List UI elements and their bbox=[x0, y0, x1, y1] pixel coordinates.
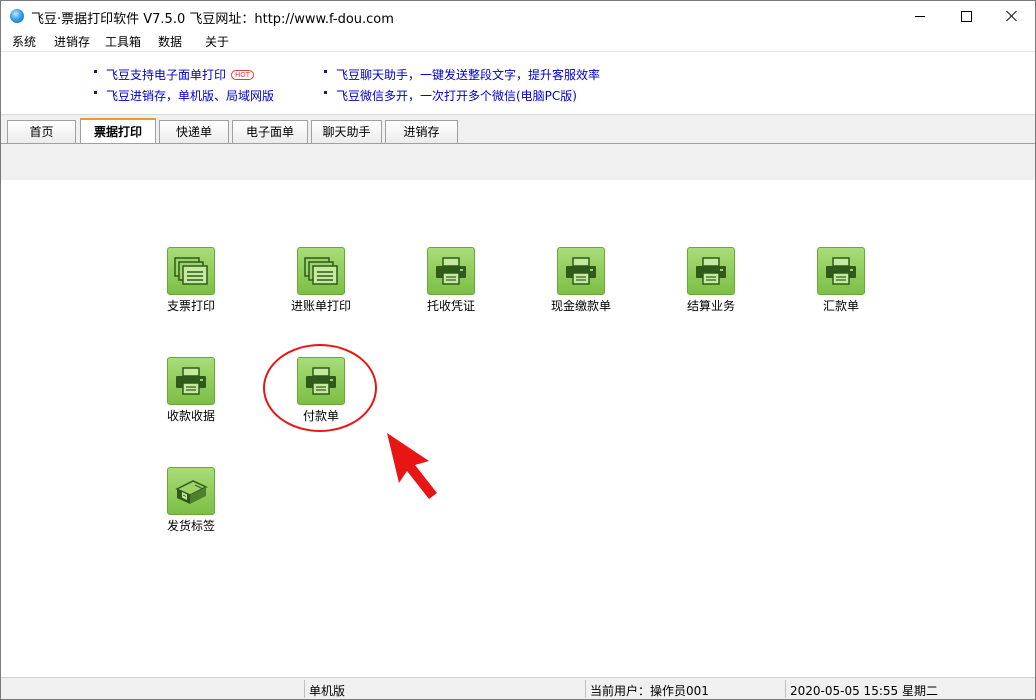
tab-eorder[interactable]: 电子面单 bbox=[232, 120, 308, 143]
bullet-icon bbox=[94, 91, 97, 94]
toolbar-strip bbox=[1, 144, 1035, 180]
stacked-forms-icon bbox=[167, 247, 215, 295]
close-button[interactable] bbox=[989, 1, 1035, 31]
tile-label: 现金缴款单 bbox=[550, 299, 611, 313]
tab-receipt-print[interactable]: 票据打印 bbox=[80, 118, 156, 145]
promo-link-wechat-multi[interactable]: 飞豆微信多开，一次打开多个微信(电脑PC版) bbox=[324, 87, 577, 104]
tile-shipping-label[interactable]: 发货标签 bbox=[143, 467, 239, 537]
tile-check-print[interactable]: 支票打印 bbox=[143, 247, 239, 317]
highlight-circle bbox=[263, 344, 377, 432]
status-separator bbox=[585, 680, 586, 698]
promo-link-eorder[interactable]: 飞豆支持电子面单打印 HOT bbox=[94, 66, 255, 83]
receipt-tiles-panel: 支票打印 进账单打印 托收凭证 现金缴款单 结算业务 汇款单 收款收据 付款单 … bbox=[1, 180, 1035, 675]
maximize-button[interactable] bbox=[943, 1, 989, 31]
promo-link-text: 飞豆支持电子面单打印 bbox=[106, 68, 227, 82]
status-separator bbox=[785, 680, 786, 698]
app-logo-icon bbox=[10, 9, 24, 23]
tile-settlement[interactable]: 结算业务 bbox=[663, 247, 759, 317]
promo-link-text: 飞豆微信多开，一次打开多个微信(电脑PC版) bbox=[336, 89, 577, 103]
tile-receipt[interactable]: 收款收据 bbox=[143, 357, 239, 427]
tile-label: 托收凭证 bbox=[426, 299, 475, 313]
title-bar: 飞豆·票据打印软件 V7.5.0 飞豆网址：http://www.f-dou.c… bbox=[1, 1, 1035, 31]
tile-label: 汇款单 bbox=[822, 299, 859, 313]
printer-icon bbox=[687, 247, 735, 295]
tile-label: 结算业务 bbox=[686, 299, 735, 313]
label-printer-icon bbox=[167, 467, 215, 515]
tab-home[interactable]: 首页 bbox=[7, 120, 76, 143]
pointer-arrow-icon bbox=[387, 433, 437, 499]
printer-icon bbox=[817, 247, 865, 295]
printer-icon bbox=[427, 247, 475, 295]
tab-strip: 首页 票据打印 快递单 电子面单 聊天助手 进销存 bbox=[1, 114, 1035, 145]
promo-link-text: 飞豆进销存，单机版、局域网版 bbox=[106, 89, 275, 103]
menu-toolbox[interactable]: 工具箱 bbox=[105, 33, 141, 50]
printer-icon bbox=[557, 247, 605, 295]
promo-link-inventory[interactable]: 飞豆进销存，单机版、局域网版 bbox=[94, 87, 274, 104]
hot-badge: HOT bbox=[231, 69, 255, 80]
status-bar: 单机版 当前用户：操作员001 2020-05-05 15:55 星期二 bbox=[1, 677, 1035, 699]
menu-bar: 系统 进销存 工具箱 数据 关于 bbox=[1, 31, 1035, 52]
tab-express[interactable]: 快递单 bbox=[159, 120, 229, 143]
menu-system[interactable]: 系统 bbox=[12, 33, 36, 50]
menu-inventory[interactable]: 进销存 bbox=[54, 33, 90, 50]
promo-link-chat-assistant[interactable]: 飞豆聊天助手，一键发送整段文字，提升客服效率 bbox=[324, 66, 600, 83]
tile-cash-deposit-slip[interactable]: 现金缴款单 bbox=[533, 247, 629, 317]
tile-label: 收款收据 bbox=[166, 409, 215, 423]
promo-links: 飞豆支持电子面单打印 HOT 飞豆进销存，单机版、局域网版 飞豆聊天助手，一键发… bbox=[1, 52, 1035, 114]
status-edition: 单机版 bbox=[309, 684, 346, 698]
bullet-icon bbox=[94, 70, 97, 73]
tile-label: 发货标签 bbox=[166, 519, 215, 533]
tile-label: 支票打印 bbox=[166, 299, 215, 313]
stacked-forms-icon bbox=[297, 247, 345, 295]
close-icon bbox=[1006, 10, 1018, 22]
tile-collection-voucher[interactable]: 托收凭证 bbox=[403, 247, 499, 317]
minimize-button[interactable] bbox=[897, 1, 943, 31]
status-datetime: 2020-05-05 15:55 星期二 bbox=[790, 684, 938, 698]
status-current-user: 当前用户：操作员001 bbox=[590, 684, 709, 698]
promo-link-text: 飞豆聊天助手，一键发送整段文字，提升客服效率 bbox=[336, 68, 601, 82]
bullet-icon bbox=[324, 91, 327, 94]
maximize-icon bbox=[960, 10, 972, 22]
minimize-icon bbox=[915, 15, 925, 17]
tab-chat-assistant[interactable]: 聊天助手 bbox=[311, 120, 382, 143]
printer-icon bbox=[167, 357, 215, 405]
tab-inventory[interactable]: 进销存 bbox=[385, 120, 458, 143]
status-separator bbox=[304, 680, 305, 698]
window-title: 飞豆·票据打印软件 V7.5.0 飞豆网址：http://www.f-dou.c… bbox=[31, 12, 394, 27]
tile-deposit-slip-print[interactable]: 进账单打印 bbox=[273, 247, 369, 317]
tile-remittance[interactable]: 汇款单 bbox=[793, 247, 889, 317]
bullet-icon bbox=[324, 70, 327, 73]
app-window: 飞豆·票据打印软件 V7.5.0 飞豆网址：http://www.f-dou.c… bbox=[0, 0, 1036, 700]
menu-about[interactable]: 关于 bbox=[205, 33, 229, 50]
menu-data[interactable]: 数据 bbox=[158, 33, 182, 50]
tile-label: 进账单打印 bbox=[290, 299, 351, 313]
